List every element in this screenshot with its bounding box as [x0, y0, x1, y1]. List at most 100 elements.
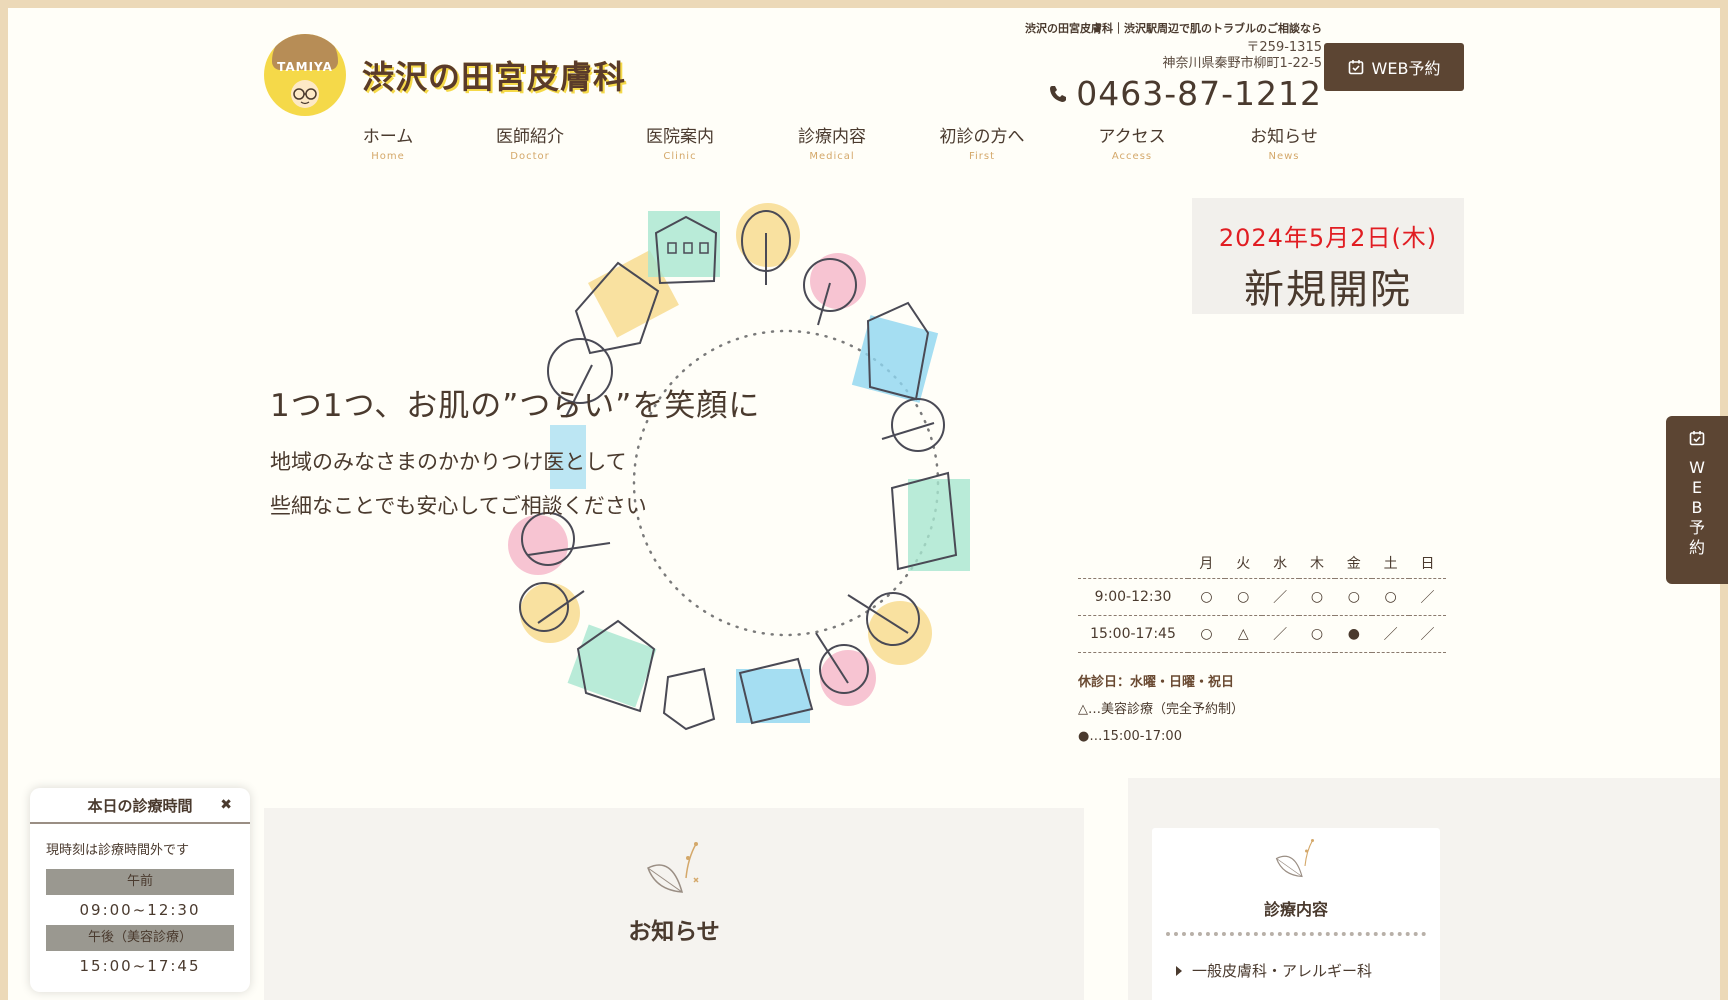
schedule-mark: ／	[1409, 614, 1446, 653]
postal-code: 〒259-1315	[1246, 40, 1322, 55]
phone-icon	[1050, 85, 1067, 102]
nav-news-sub: News	[1268, 151, 1300, 162]
side-tab-label: W E B 予 約	[1689, 458, 1705, 558]
news-section: お知らせ	[264, 808, 1084, 1000]
service-item-label: 一般皮膚科・アレルギー科	[1192, 962, 1373, 980]
house-illustration-6	[662, 667, 716, 731]
nav-access-sub: Access	[1111, 151, 1153, 162]
services-title: 診療内容	[1263, 900, 1328, 919]
address: 神奈川県秦野市柳町1-22-5	[1162, 56, 1322, 71]
nav-home-sub: Home	[371, 151, 405, 162]
schedule-mark: ○	[1335, 577, 1373, 615]
holiday-note: 休診日：水曜・日曜・祝日	[1078, 674, 1235, 690]
nav-clinic-sub: Clinic	[663, 151, 697, 162]
schedule-row-morning: 9:00-12:30 ○ ○ ／ ○ ○ ○ ／	[1078, 577, 1446, 615]
today-status: 現時刻は診療時間外です	[46, 843, 190, 858]
house-illustration-5	[736, 657, 814, 725]
nav-doctor-sub: Doctor	[510, 151, 550, 162]
hero-subtext-line-1: 地域のみなさまのかかりつけ医として	[270, 450, 627, 474]
nav-first-label: 初診の方へ	[939, 127, 1025, 147]
opening-title: 新規開院	[1244, 267, 1412, 313]
tree-illustration-1	[736, 203, 800, 285]
main-nav: ホーム Home 医師紹介 Doctor 医院案内 Clinic 診療内容 Me…	[348, 122, 1324, 162]
header-contact: 渋沢の田宮皮膚科｜渋沢駅周辺で肌のトラブルのご相談なら 〒259-1315 神奈…	[1025, 20, 1322, 113]
nav-medical-sub: Medical	[809, 151, 855, 162]
house-illustration-7	[567, 619, 657, 713]
opening-announcement: 2024年5月2日(木) 新規開院	[1192, 198, 1464, 314]
side-tab-char: B	[1691, 498, 1703, 517]
nav-doctor-label: 医師紹介	[496, 127, 564, 147]
schedule-mark: ○	[1372, 577, 1410, 615]
hero-subtext-line-2: 些細なことでも安心してご相談ください	[270, 494, 647, 518]
schedule-mark: ／	[1409, 577, 1446, 615]
side-web-booking-tab[interactable]: W E B 予 約	[1666, 416, 1728, 584]
pm-label: 午後（美容診療）	[46, 925, 234, 951]
nav-home[interactable]: ホーム Home	[348, 122, 428, 162]
services-card: 診療内容 一般皮膚科・アレルギー科	[1152, 828, 1440, 1000]
day-mon: 月	[1199, 555, 1214, 572]
day-thu: 木	[1309, 555, 1324, 572]
web-booking-button[interactable]: WEB予約	[1324, 43, 1464, 91]
nav-clinic-label: 医院案内	[646, 127, 714, 147]
face-icon	[291, 80, 319, 108]
tree-illustration-6	[519, 582, 585, 643]
news-title: お知らせ	[628, 919, 720, 945]
house-illustration-3	[851, 301, 939, 403]
web-booking-label: WEB予約	[1371, 59, 1441, 78]
nav-first[interactable]: 初診の方へ First	[932, 122, 1032, 162]
pm-hours: 15:00~17:45	[79, 957, 201, 975]
tree-illustration-2	[803, 253, 866, 326]
schedule-header-row: 月 火 水 木 金 土 日	[1078, 548, 1446, 578]
hero-catchphrase: 1つ1つ、お肌の”つらい”を笑顔に	[270, 388, 761, 424]
side-tab-char: W	[1689, 458, 1705, 477]
triangle-note: △…美容診療（完全予約制）	[1078, 701, 1244, 717]
leaf-icon	[1275, 839, 1314, 878]
day-sun: 日	[1420, 555, 1435, 572]
nav-doctor[interactable]: 医師紹介 Doctor	[490, 122, 570, 162]
side-tab-char: 約	[1689, 538, 1706, 557]
page-frame: TAMIYA 渋沢の田宮皮膚科 渋沢の田宮皮膚科｜渋沢駅周辺で肌のトラブルのご相…	[8, 8, 1720, 1000]
side-tab-char: E	[1691, 478, 1703, 497]
nav-home-label: ホーム	[362, 127, 414, 147]
logo-badge: TAMIYA	[264, 34, 346, 116]
nav-medical-label: 診療内容	[798, 127, 866, 147]
schedule-mark: ○	[1188, 614, 1225, 653]
today-hours-header: 本日の診療時間 ✖	[30, 788, 250, 824]
close-icon[interactable]: ✖	[220, 797, 232, 813]
logo-text: 渋沢の田宮皮膚科	[362, 58, 627, 96]
nav-news[interactable]: お知らせ News	[1244, 122, 1324, 162]
service-item[interactable]: 一般皮膚科・アレルギー科	[1176, 960, 1440, 981]
schedule-notes: 休診日：水曜・日曜・祝日 △…美容診療（完全予約制） ●…15:00-17:00	[1078, 669, 1446, 750]
tagline: 渋沢の田宮皮膚科｜渋沢駅周辺で肌のトラブルのご相談なら	[1025, 22, 1322, 35]
logo-badge-text: TAMIYA	[277, 60, 333, 74]
am-hours: 09:00~12:30	[79, 901, 201, 919]
nav-access[interactable]: アクセス Access	[1092, 122, 1172, 162]
schedule-mark: ○	[1188, 577, 1225, 615]
nav-medical[interactable]: 診療内容 Medical	[792, 122, 872, 162]
house-illustration-4	[890, 471, 970, 571]
dotted-divider	[1166, 932, 1426, 936]
tree-illustration-5	[815, 632, 876, 706]
day-wed: 水	[1273, 555, 1288, 572]
clinic-logo[interactable]: TAMIYA 渋沢の田宮皮膚科	[264, 34, 626, 116]
hero-subtext: 地域のみなさまのかかりつけ医として 些細なことでも安心してご相談ください	[270, 440, 647, 528]
calendar-check-icon	[1689, 431, 1705, 446]
schedule-mark: ○	[1298, 614, 1336, 653]
dot-note: ●…15:00-17:00	[1078, 728, 1182, 744]
schedule-row-afternoon: 15:00-17:45 ○ △ ／ ○ ● ／ ／	[1078, 614, 1446, 653]
schedule-mark: △	[1224, 614, 1262, 653]
phone-number[interactable]: 0463-87-1212	[1025, 74, 1322, 113]
day-sat: 土	[1383, 555, 1398, 572]
opening-date: 2024年5月2日(木)	[1218, 224, 1438, 252]
tree-illustration-3	[881, 398, 945, 452]
leaf-icon	[647, 842, 699, 893]
nav-news-label: お知らせ	[1250, 127, 1318, 147]
side-tab-char: 予	[1689, 518, 1706, 537]
day-fri: 金	[1346, 555, 1361, 572]
day-tue: 火	[1236, 555, 1251, 572]
time-slot: 9:00-12:30	[1078, 577, 1188, 615]
schedule-mark: ●	[1335, 614, 1373, 653]
schedule-table: 月 火 水 木 金 土 日 9:00-12:30 ○ ○ ／ ○ ○ ○ ／ 1…	[1078, 548, 1446, 750]
nav-clinic[interactable]: 医院案内 Clinic	[640, 122, 720, 162]
schedule-mark: ○	[1298, 577, 1336, 615]
